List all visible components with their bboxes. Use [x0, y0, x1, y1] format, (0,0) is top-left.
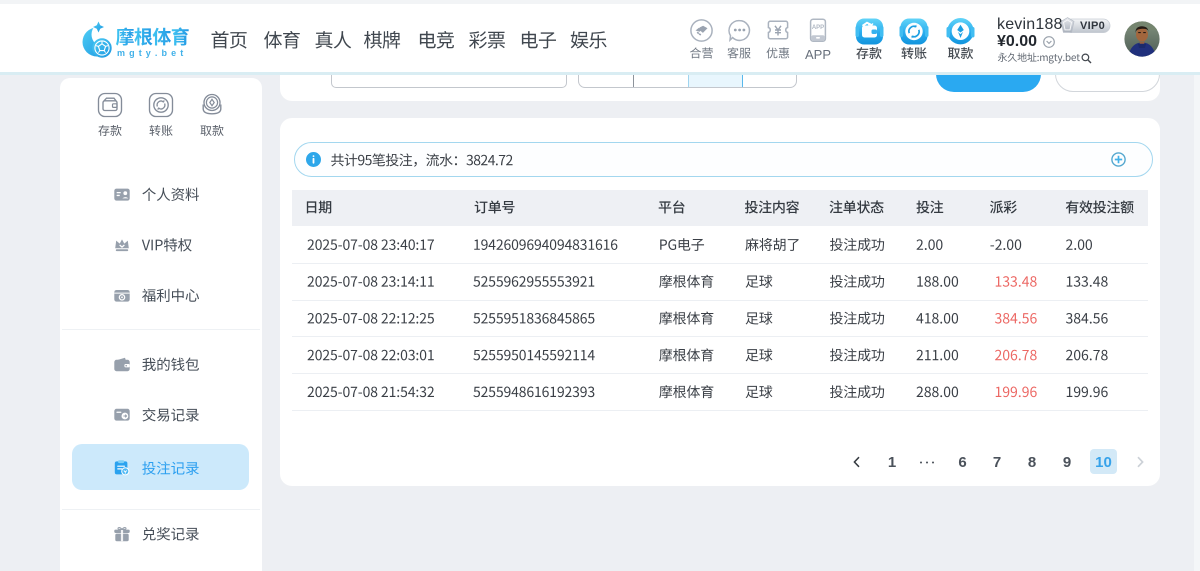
- svg-text:APP: APP: [812, 25, 824, 31]
